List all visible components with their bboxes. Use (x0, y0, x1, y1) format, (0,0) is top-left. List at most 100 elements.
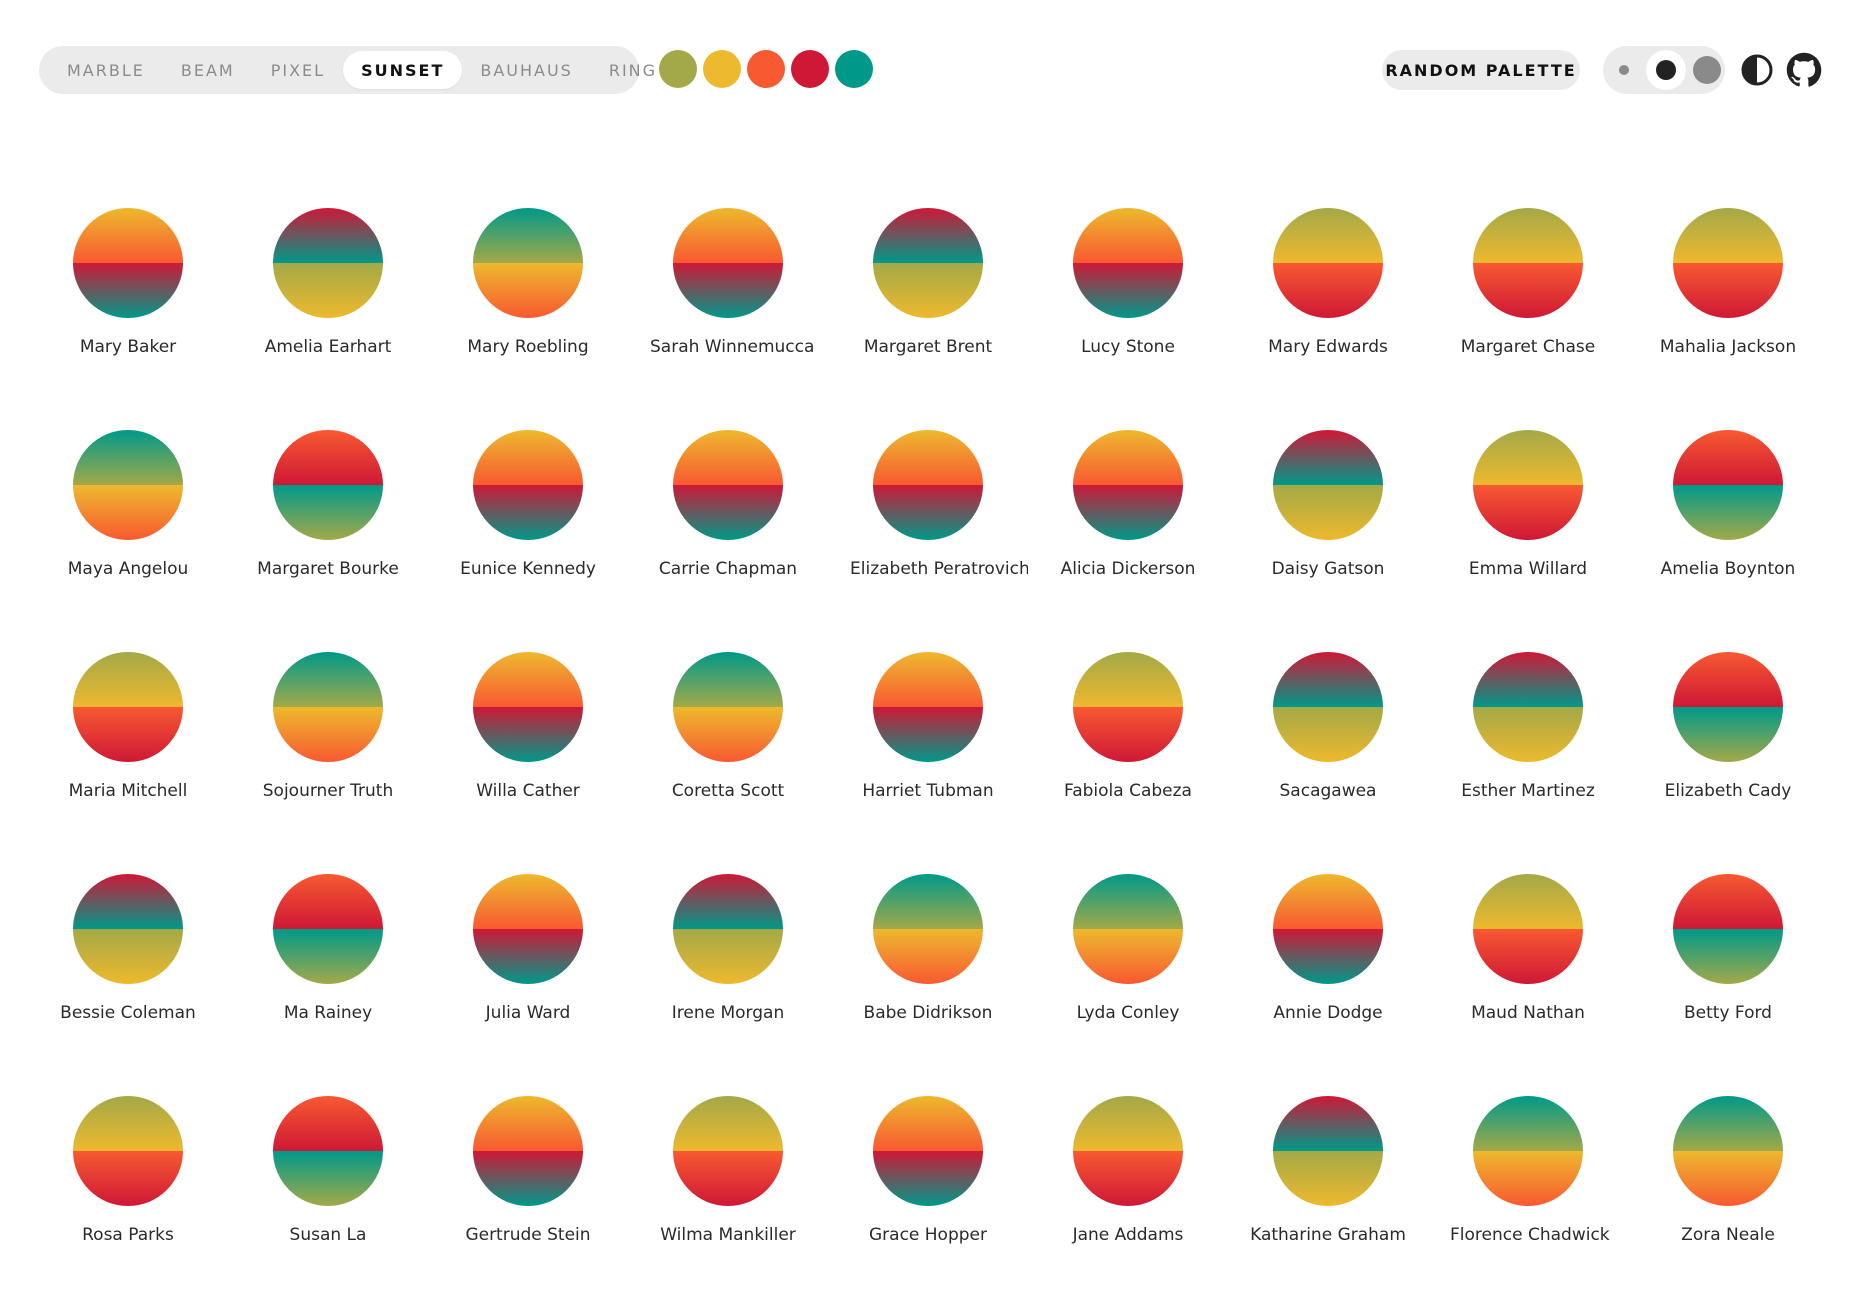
tab-beam[interactable]: BEAM (163, 51, 253, 89)
avatar-name: Lucy Stone (1081, 337, 1175, 357)
avatar-card[interactable]: Emma Willard (1428, 418, 1628, 640)
avatar-card[interactable]: Julia Ward (428, 862, 628, 1084)
avatar-card[interactable]: Eunice Kennedy (428, 418, 628, 640)
avatar-card[interactable]: Amelia Earhart (228, 196, 428, 418)
github-icon[interactable] (1786, 52, 1822, 88)
avatar-top-half (1473, 430, 1583, 485)
avatar-card[interactable]: Rosa Parks (28, 1084, 228, 1306)
avatar-card[interactable]: Willa Cather (428, 640, 628, 862)
palette-swatch[interactable] (747, 50, 785, 88)
avatar-top-half (873, 874, 983, 929)
avatar-top-half (1073, 874, 1183, 929)
avatar-card[interactable]: Wilma Mankiller (628, 1084, 828, 1306)
avatar-bottom-half (473, 1151, 583, 1206)
avatar-card[interactable]: Katharine Graham (1228, 1084, 1428, 1306)
tab-marble[interactable]: MARBLE (49, 51, 163, 89)
avatar-top-half (873, 1096, 983, 1151)
avatar-name: Betty Ford (1684, 1003, 1772, 1023)
avatar-card[interactable]: Bessie Coleman (28, 862, 228, 1084)
palette-swatch[interactable] (659, 50, 697, 88)
avatar-card[interactable]: Gertrude Stein (428, 1084, 628, 1306)
avatar-top-half (1273, 874, 1383, 929)
avatar-card[interactable]: Amelia Boynton (1628, 418, 1828, 640)
avatar-card[interactable]: Mary Baker (28, 196, 228, 418)
avatar-top-half (673, 874, 783, 929)
avatar-card[interactable]: Irene Morgan (628, 862, 828, 1084)
sunset-avatar (873, 430, 983, 540)
avatar-bottom-half (73, 485, 183, 540)
avatar-card[interactable]: Sacagawea (1228, 640, 1428, 862)
palette-swatch[interactable] (791, 50, 829, 88)
size-large-option[interactable] (1693, 56, 1721, 84)
avatar-name: Margaret Chase (1460, 337, 1596, 357)
avatar-bottom-half (1273, 485, 1383, 540)
avatar-card[interactable]: Elizabeth Cady (1628, 640, 1828, 862)
avatar-card[interactable]: Betty Ford (1628, 862, 1828, 1084)
sunset-avatar (1273, 874, 1383, 984)
avatar-top-half (1073, 652, 1183, 707)
tab-sunset[interactable]: SUNSET (343, 51, 463, 89)
avatar-card[interactable]: Susan La (228, 1084, 428, 1306)
avatar-bottom-half (473, 485, 583, 540)
avatar-card[interactable]: Mary Edwards (1228, 196, 1428, 418)
avatar-top-half (873, 652, 983, 707)
avatar-name: Rosa Parks (82, 1225, 174, 1245)
avatar-card[interactable]: Coretta Scott (628, 640, 828, 862)
avatar-card[interactable]: Margaret Bourke (228, 418, 428, 640)
avatar-card[interactable]: Mahalia Jackson (1628, 196, 1828, 418)
avatar-card[interactable]: Fabiola Cabeza (1028, 640, 1228, 862)
size-medium-option[interactable] (1646, 50, 1686, 90)
avatar-card[interactable]: Maya Angelou (28, 418, 228, 640)
avatar-card[interactable]: Maud Nathan (1428, 862, 1628, 1084)
avatar-card[interactable]: Zora Neale (1628, 1084, 1828, 1306)
sunset-avatar (73, 1096, 183, 1206)
avatar-top-half (1473, 652, 1583, 707)
avatar-bottom-half (1073, 263, 1183, 318)
avatar-name: Mary Roebling (467, 337, 589, 357)
avatar-card[interactable]: Maria Mitchell (28, 640, 228, 862)
avatar-name: Babe Didrikson (863, 1003, 993, 1023)
avatar-card[interactable]: Ma Rainey (228, 862, 428, 1084)
avatar-card[interactable]: Margaret Chase (1428, 196, 1628, 418)
avatar-card[interactable]: Harriet Tubman (828, 640, 1028, 862)
avatar-card[interactable]: Daisy Gatson (1228, 418, 1428, 640)
avatar-card[interactable]: Elizabeth Peratrovich (828, 418, 1028, 640)
tab-bauhaus[interactable]: BAUHAUS (462, 51, 590, 89)
avatar-card[interactable]: Grace Hopper (828, 1084, 1028, 1306)
avatar-card[interactable]: Sojourner Truth (228, 640, 428, 862)
avatar-card[interactable]: Margaret Brent (828, 196, 1028, 418)
tab-pixel[interactable]: PIXEL (253, 51, 343, 89)
sunset-avatar (673, 208, 783, 318)
avatar-name: Margaret Bourke (257, 559, 399, 579)
avatar-top-half (1273, 1096, 1383, 1151)
avatar-card[interactable]: Carrie Chapman (628, 418, 828, 640)
avatar-card[interactable]: Esther Martinez (1428, 640, 1628, 862)
avatar-card[interactable]: Lyda Conley (1028, 862, 1228, 1084)
size-small-option[interactable] (1619, 65, 1629, 75)
avatar-card[interactable]: Alicia Dickerson (1028, 418, 1228, 640)
palette-swatch[interactable] (835, 50, 873, 88)
avatar-name: Maya Angelou (67, 559, 189, 579)
sunset-avatar (1473, 1096, 1583, 1206)
avatar-card[interactable]: Mary Roebling (428, 196, 628, 418)
avatar-card[interactable]: Babe Didrikson (828, 862, 1028, 1084)
avatar-bottom-half (1473, 1151, 1583, 1206)
avatar-card[interactable]: Florence Chadwick (1428, 1084, 1628, 1306)
avatar-card[interactable]: Annie Dodge (1228, 862, 1428, 1084)
palette-swatch[interactable] (703, 50, 741, 88)
avatar-top-half (1073, 208, 1183, 263)
avatar-name: Lyda Conley (1076, 1003, 1180, 1023)
avatar-top-half (1273, 208, 1383, 263)
random-palette-button[interactable]: RANDOM PALETTE (1382, 50, 1580, 90)
avatar-top-half (473, 430, 583, 485)
avatar-name: Margaret Brent (863, 337, 993, 357)
avatar-name: Daisy Gatson (1271, 559, 1385, 579)
avatar-card[interactable]: Jane Addams (1028, 1084, 1228, 1306)
avatar-name: Maud Nathan (1471, 1003, 1585, 1023)
avatar-card[interactable]: Lucy Stone (1028, 196, 1228, 418)
sunset-avatar (1473, 874, 1583, 984)
avatar-top-half (473, 874, 583, 929)
avatar-card[interactable]: Sarah Winnemucca (628, 196, 828, 418)
contrast-icon[interactable] (1739, 52, 1775, 88)
avatar-top-half (73, 652, 183, 707)
